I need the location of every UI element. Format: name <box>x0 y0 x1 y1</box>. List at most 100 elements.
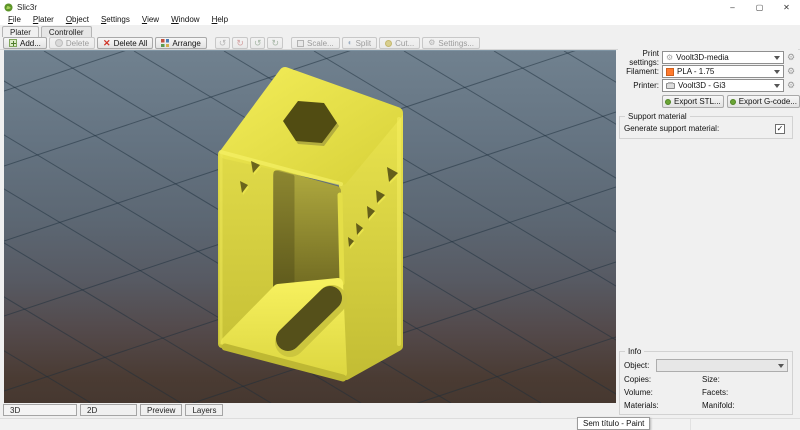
manifold-label: Manifold: <box>702 401 735 410</box>
taskbar-separator <box>690 419 691 430</box>
delete-all-button[interactable]: ✕ Delete All <box>97 37 154 49</box>
menu-window[interactable]: Window <box>165 15 205 24</box>
split-button[interactable]: ◐ Split <box>341 37 378 49</box>
print-settings-select[interactable]: ⚙ Voolt3D-media <box>662 51 784 64</box>
filament-value: PLA - 1.75 <box>677 67 715 76</box>
main-tab-row: Plater Controller <box>0 26 800 37</box>
tab-2d[interactable]: 2D <box>80 404 137 416</box>
menu-object[interactable]: Object <box>60 15 95 24</box>
menu-settings[interactable]: Settings <box>95 15 136 24</box>
title-bar: Slic3r – ▢ ✕ <box>0 0 800 14</box>
volume-label: Volume: <box>624 388 653 397</box>
settings-panel: Print settings: ⚙ Voolt3D-media ⚙ Filame… <box>618 48 800 417</box>
printer-gear-button[interactable]: ⚙ <box>784 80 798 91</box>
slic3r-logo-icon <box>4 2 13 12</box>
generate-support-checkbox[interactable]: ✓ <box>775 124 785 134</box>
rotate-45cw-icon: ↻ <box>271 37 280 48</box>
scale-button[interactable]: Scale... <box>291 37 340 49</box>
size-label: Size: <box>702 375 720 384</box>
rotate-ccw-icon: ↺ <box>218 37 227 48</box>
printer-select[interactable]: Voolt3D - Gi3 <box>662 79 784 92</box>
delete-button[interactable]: Delete <box>48 37 96 49</box>
printer-icon <box>666 81 675 89</box>
window-title: Slic3r <box>17 2 38 12</box>
rotate-45cw-button[interactable]: ↻ <box>267 37 284 49</box>
delete-icon <box>54 39 63 47</box>
export-stl-button[interactable]: Export STL... <box>662 95 724 108</box>
export-gcode-button[interactable]: Export G-code... <box>726 95 800 108</box>
print-settings-value: Voolt3D-media <box>676 53 729 62</box>
settings-button[interactable]: ⚙ Settings... <box>422 37 480 49</box>
support-group-title: Support material <box>625 112 690 121</box>
copies-label: Copies: <box>624 375 652 384</box>
cut-icon <box>385 39 393 47</box>
bottom-strip <box>0 418 800 430</box>
chevron-down-icon <box>774 55 780 60</box>
tab-3d[interactable]: 3D <box>3 404 77 416</box>
tab-controller[interactable]: Controller <box>40 26 92 37</box>
print-settings-label: Print settings: <box>629 48 659 67</box>
filament-select[interactable]: PLA - 1.75 <box>662 65 784 78</box>
filament-label: Filament: <box>626 67 659 76</box>
split-button-label: Split <box>355 38 372 48</box>
maximize-button[interactable]: ▢ <box>746 0 773 14</box>
facets-label: Facets: <box>702 388 729 397</box>
taskbar-tooltip: Sem título - Paint <box>577 417 651 430</box>
settings-icon: ⚙ <box>428 38 436 47</box>
bed-grid-and-model <box>4 51 616 403</box>
rotate-45ccw-button[interactable]: ↺ <box>249 37 266 49</box>
minimize-button[interactable]: – <box>719 0 746 14</box>
add-button[interactable]: Add... <box>3 37 47 49</box>
split-icon: ◐ <box>347 38 353 47</box>
filament-gear-button[interactable]: ⚙ <box>784 66 798 77</box>
menu-bar: File Plater Object Settings View Window … <box>0 14 800 26</box>
printer-label: Printer: <box>633 81 659 90</box>
rotate-45ccw-icon: ↺ <box>253 37 262 48</box>
chevron-down-icon <box>774 69 780 74</box>
delete-all-button-label: Delete All <box>113 38 148 48</box>
object-select[interactable] <box>656 359 788 372</box>
rotate-cw-icon: ↻ <box>236 37 244 48</box>
3d-viewport[interactable] <box>4 50 616 403</box>
support-material-group: Support material Generate support materi… <box>619 112 793 139</box>
scale-button-label: Scale... <box>307 38 334 48</box>
chevron-down-icon <box>774 83 780 88</box>
materials-label: Materials: <box>624 401 659 410</box>
tab-preview[interactable]: Preview <box>140 404 183 416</box>
export-gcode-icon <box>729 98 736 105</box>
cut-button-label: Cut... <box>395 38 415 48</box>
info-group-title: Info <box>625 347 645 356</box>
tab-plater[interactable]: Plater <box>2 26 39 37</box>
arrange-button-label: Arrange <box>172 38 201 48</box>
menu-view[interactable]: View <box>136 15 165 24</box>
tab-layers[interactable]: Layers <box>185 404 224 416</box>
arrange-icon <box>161 39 170 47</box>
menu-file[interactable]: File <box>2 15 27 24</box>
scale-icon <box>297 39 305 47</box>
info-group: Info Object: Copies: Size: Volume: Facet… <box>619 347 793 415</box>
export-stl-icon <box>665 98 671 105</box>
printer-value: Voolt3D - Gi3 <box>678 81 726 90</box>
bracket-model <box>218 67 403 382</box>
cut-button[interactable]: Cut... <box>379 37 421 49</box>
rotate-ccw-button[interactable]: ↺ <box>214 37 231 49</box>
add-button-label: Add... <box>20 38 41 48</box>
rotate-cw-button[interactable]: ↻ <box>232 37 248 49</box>
filament-swatch-icon <box>666 67 674 76</box>
generate-support-label: Generate support material: <box>624 124 720 133</box>
delete-all-icon: ✕ <box>103 38 111 48</box>
view-tab-bar: 3D 2D Preview Layers <box>3 404 224 416</box>
delete-button-label: Delete <box>65 38 90 48</box>
export-stl-label: Export STL... <box>674 97 721 106</box>
object-label: Object: <box>624 361 650 370</box>
preset-gear-icon: ⚙ <box>666 53 674 62</box>
arrange-button[interactable]: Arrange <box>155 37 207 49</box>
add-icon <box>9 39 17 47</box>
export-gcode-label: Export G-code... <box>738 97 797 106</box>
settings-button-label: Settings... <box>438 38 474 48</box>
menu-help[interactable]: Help <box>206 15 234 24</box>
menu-plater[interactable]: Plater <box>27 15 60 24</box>
chevron-down-icon <box>778 363 784 368</box>
print-settings-gear-button[interactable]: ⚙ <box>784 52 798 63</box>
close-button[interactable]: ✕ <box>773 0 800 14</box>
